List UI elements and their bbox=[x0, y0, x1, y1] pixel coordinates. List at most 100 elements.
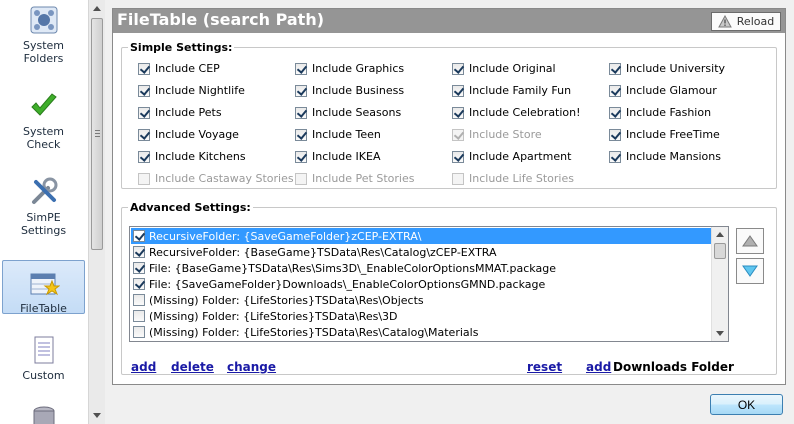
checkbox-box[interactable] bbox=[295, 128, 307, 141]
checkbox-box[interactable] bbox=[138, 84, 150, 97]
checkbox-label: Include IKEA bbox=[312, 150, 381, 163]
checkbox-box bbox=[452, 172, 464, 185]
move-up-button[interactable] bbox=[736, 228, 764, 254]
filetable-panel: FileTable (search Path) Reload Simple Se… bbox=[112, 8, 786, 385]
checkbox-label: Include Apartment bbox=[469, 150, 572, 163]
add-link[interactable]: add bbox=[131, 360, 156, 374]
list-item[interactable]: (Missing) Folder: {LifeStories}TSData\Re… bbox=[131, 292, 711, 308]
add-downloads-link[interactable]: add bbox=[586, 360, 611, 374]
checkbox-box[interactable] bbox=[295, 84, 307, 97]
ok-button[interactable]: OK bbox=[710, 394, 783, 415]
simple-option-checkbox[interactable]: Include Seasons bbox=[295, 106, 401, 119]
nav-item-label: System Check bbox=[22, 125, 65, 151]
simple-option-checkbox[interactable]: Include Teen bbox=[295, 128, 381, 141]
list-item-checkbox[interactable] bbox=[133, 326, 145, 338]
checkbox-box[interactable] bbox=[138, 106, 150, 119]
reload-button[interactable]: Reload bbox=[711, 12, 781, 31]
downloads-folder-label: Downloads Folder bbox=[613, 360, 734, 374]
simple-option-checkbox[interactable]: Include FreeTime bbox=[609, 128, 720, 141]
delete-link[interactable]: delete bbox=[171, 360, 214, 374]
list-item-checkbox[interactable] bbox=[133, 246, 145, 258]
checkbox-box[interactable] bbox=[138, 150, 150, 163]
checkbox-box[interactable] bbox=[609, 84, 621, 97]
checkbox-label: Include Celebration! bbox=[469, 106, 581, 119]
checkbox-box[interactable] bbox=[452, 106, 464, 119]
scroll-down-icon[interactable] bbox=[93, 413, 101, 418]
list-item-text: (Missing) Folder: {LifeStories}TSData\Re… bbox=[149, 325, 479, 339]
simple-option-checkbox[interactable]: Include Mansions bbox=[609, 150, 721, 163]
simple-option-checkbox[interactable]: Include Original bbox=[452, 62, 556, 75]
checkbox-box[interactable] bbox=[452, 84, 464, 97]
list-item-checkbox[interactable] bbox=[133, 310, 145, 322]
checkbox-box[interactable] bbox=[138, 128, 150, 141]
list-item[interactable]: (Missing) Folder: {LifeStories}TSData\Re… bbox=[131, 324, 711, 340]
checkbox-box[interactable] bbox=[609, 62, 621, 75]
list-item[interactable]: (Missing) Folder: {LifeStories}TSData\Re… bbox=[131, 308, 711, 324]
list-item-checkbox[interactable] bbox=[133, 230, 145, 242]
simple-option-checkbox[interactable]: Include IKEA bbox=[295, 150, 380, 163]
scroll-down-icon[interactable] bbox=[716, 331, 724, 336]
scroll-up-icon[interactable] bbox=[716, 232, 724, 237]
triangle-up-icon bbox=[742, 235, 758, 247]
simple-option-checkbox[interactable]: Include Glamour bbox=[609, 84, 717, 97]
checkbox-box[interactable] bbox=[295, 62, 307, 75]
list-item-text: (Missing) Folder: {LifeStories}TSData\Re… bbox=[149, 309, 398, 323]
simple-option-checkbox[interactable]: Include Business bbox=[295, 84, 404, 97]
simple-option-checkbox[interactable]: Include Nightlife bbox=[138, 84, 245, 97]
nav-item-simpe-settings[interactable]: SimPE Settings bbox=[2, 176, 85, 240]
scroll-up-icon[interactable] bbox=[93, 6, 101, 11]
change-link[interactable]: change bbox=[227, 360, 276, 374]
checkbox-label: Include Nightlife bbox=[155, 84, 245, 97]
nav-item-label: FileTable bbox=[20, 302, 67, 315]
search-path-list[interactable]: RecursiveFolder: {SaveGameFolder}zCEP-EX… bbox=[129, 226, 729, 342]
nav-item-partial[interactable] bbox=[2, 404, 85, 424]
simple-option-checkbox[interactable]: Include Graphics bbox=[295, 62, 404, 75]
simple-option-checkbox[interactable]: Include Celebration! bbox=[452, 106, 581, 119]
list-item[interactable]: File: {BaseGame}TSData\Res\Sims3D\_Enabl… bbox=[131, 260, 711, 276]
checkbox-label: Include Castaway Stories bbox=[155, 172, 294, 185]
list-item-checkbox[interactable] bbox=[133, 294, 145, 306]
simple-option-checkbox[interactable]: Include CEP bbox=[138, 62, 220, 75]
nav-item-system-folders[interactable]: System Folders bbox=[2, 4, 85, 66]
checkbox-box[interactable] bbox=[452, 150, 464, 163]
list-item-checkbox[interactable] bbox=[133, 262, 145, 274]
ok-label: OK bbox=[737, 397, 756, 412]
simple-option-checkbox[interactable]: Include Pets bbox=[138, 106, 222, 119]
nav-scrollbar[interactable] bbox=[88, 0, 105, 424]
checkbox-box[interactable] bbox=[609, 106, 621, 119]
simple-option-checkbox[interactable]: Include University bbox=[609, 62, 725, 75]
simple-settings-legend: Simple Settings: bbox=[128, 41, 235, 54]
checkbox-label: Include Original bbox=[469, 62, 556, 75]
checkbox-box[interactable] bbox=[609, 128, 621, 141]
move-down-button[interactable] bbox=[736, 258, 764, 284]
document-icon bbox=[34, 336, 53, 364]
checkbox-box[interactable] bbox=[295, 150, 307, 163]
list-item[interactable]: RecursiveFolder: {SaveGameFolder}zCEP-EX… bbox=[131, 228, 711, 244]
checkbox-box[interactable] bbox=[452, 62, 464, 75]
nav-item-custom[interactable]: Custom bbox=[2, 334, 85, 386]
advanced-settings-legend: Advanced Settings: bbox=[128, 201, 253, 214]
list-item[interactable]: RecursiveFolder: {BaseGame}TSData\Res\Ca… bbox=[131, 244, 711, 260]
nav-item-filetable[interactable]: FileTable bbox=[2, 260, 85, 315]
list-item[interactable]: File: {SaveGameFolder}Downloads\_EnableC… bbox=[131, 276, 711, 292]
checkbox-label: Include Seasons bbox=[312, 106, 402, 119]
panel-title-bar: FileTable (search Path) Reload bbox=[113, 9, 785, 33]
list-item-text: RecursiveFolder: {SaveGameFolder}zCEP-EX… bbox=[149, 229, 422, 243]
list-item-checkbox[interactable] bbox=[133, 278, 145, 290]
checkbox-label: Include Business bbox=[312, 84, 405, 97]
checkbox-box[interactable] bbox=[138, 62, 150, 75]
simple-option-checkbox[interactable]: Include Voyage bbox=[138, 128, 239, 141]
checkbox-box[interactable] bbox=[609, 150, 621, 163]
simple-option-checkbox[interactable]: Include Kitchens bbox=[138, 150, 246, 163]
scroll-thumb[interactable] bbox=[714, 243, 726, 259]
nav-item-system-check[interactable]: System Check bbox=[2, 90, 85, 154]
list-scrollbar[interactable] bbox=[711, 227, 728, 341]
simple-option-checkbox[interactable]: Include Fashion bbox=[609, 106, 711, 119]
checkbox-box[interactable] bbox=[295, 106, 307, 119]
warning-icon bbox=[717, 15, 732, 28]
list-item-text: File: {BaseGame}TSData\Res\Sims3D\_Enabl… bbox=[149, 261, 556, 275]
simple-option-checkbox[interactable]: Include Family Fun bbox=[452, 84, 571, 97]
reset-link[interactable]: reset bbox=[527, 360, 562, 374]
scroll-thumb[interactable] bbox=[91, 18, 103, 250]
simple-option-checkbox[interactable]: Include Apartment bbox=[452, 150, 571, 163]
